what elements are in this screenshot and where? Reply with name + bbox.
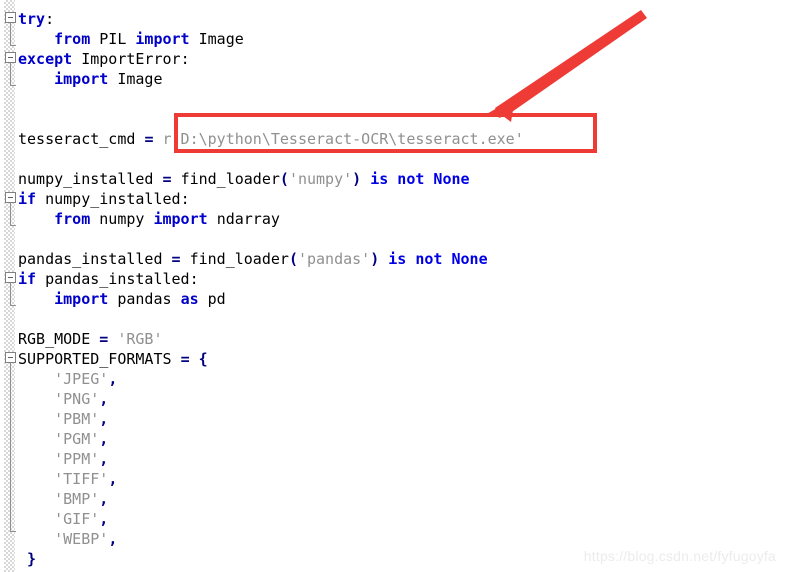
punct-comma: , <box>108 470 118 488</box>
keyword-if: if <box>18 270 37 288</box>
module-pil: PIL <box>99 30 127 48</box>
punct-comma: , <box>99 510 109 528</box>
const-rgb-mode: RGB_MODE <box>18 330 91 348</box>
punct-comma: , <box>99 430 109 448</box>
punct-brace-open: { <box>198 350 208 368</box>
exception-importerror: ImportError <box>81 50 181 68</box>
builtin-is-not-none: is not None <box>370 170 470 188</box>
punct-paren-close: ) <box>352 170 362 188</box>
code-line[interactable]: from numpy import ndarray <box>0 209 790 229</box>
module-pandas: pandas <box>117 290 172 308</box>
var-tesseract-cmd: tesseract_cmd <box>18 130 136 148</box>
code-line-format-item[interactable]: 'BMP', <box>0 489 790 509</box>
code-line[interactable]: try: <box>0 9 790 29</box>
name-ndarray: ndarray <box>216 210 280 228</box>
var-numpy-installed: numpy_installed <box>18 170 154 188</box>
code-line[interactable]: pandas_installed = find_loader('pandas')… <box>0 249 790 269</box>
operator-assign: = <box>99 330 109 348</box>
punct-comma: , <box>99 490 109 508</box>
code-line[interactable]: import pandas as pd <box>0 289 790 309</box>
code-line[interactable]: from PIL import Image <box>0 29 790 49</box>
operator-assign: = <box>162 170 172 188</box>
keyword-except: except <box>18 50 73 68</box>
code-line-supported-formats[interactable]: SUPPORTED_FORMATS = { <box>0 349 790 369</box>
code-line-format-item[interactable]: 'PNG', <box>0 389 790 409</box>
punct-paren-open: ( <box>279 170 289 188</box>
code-line-format-item[interactable]: 'WEBP', <box>0 529 790 549</box>
keyword-from: from <box>54 210 91 228</box>
code-line-format-item[interactable]: 'JPEG', <box>0 369 790 389</box>
code-line-format-item[interactable]: 'PBM', <box>0 409 790 429</box>
keyword-import: import <box>54 70 109 88</box>
format-pbm: 'PBM' <box>54 410 100 428</box>
code-line[interactable]: if pandas_installed: <box>0 269 790 289</box>
string-numpy: 'numpy' <box>288 170 353 188</box>
code-line-rgb-mode[interactable]: RGB_MODE = 'RGB' <box>0 329 790 349</box>
keyword-from: from <box>54 30 91 48</box>
code-editor-surface[interactable]: try: from PIL import Image except Import… <box>0 0 790 572</box>
code-line-blank[interactable] <box>0 89 790 109</box>
func-find-loader: find_loader <box>189 250 289 268</box>
var-pandas-installed: pandas_installed <box>45 270 190 288</box>
format-bmp: 'BMP' <box>54 490 100 508</box>
code-line-blank[interactable] <box>0 229 790 249</box>
punct-paren-close: ) <box>370 250 380 268</box>
code-line-format-item[interactable]: 'PPM', <box>0 449 790 469</box>
watermark-url: https://blog.csdn.net/fyfugoyfa <box>583 548 776 564</box>
keyword-import: import <box>54 290 109 308</box>
punct-comma: , <box>99 390 109 408</box>
format-png: 'PNG' <box>54 390 100 408</box>
format-webp: 'WEBP' <box>54 530 109 548</box>
code-line[interactable]: if numpy_installed: <box>0 189 790 209</box>
var-pandas-installed: pandas_installed <box>18 250 163 268</box>
code-line-blank[interactable] <box>0 309 790 329</box>
format-tiff: 'TIFF' <box>54 470 109 488</box>
code-line[interactable]: import Image <box>0 69 790 89</box>
builtin-is-not-none: is not None <box>388 250 488 268</box>
operator-assign: = <box>171 250 181 268</box>
const-supported-formats: SUPPORTED_FORMATS <box>18 350 172 368</box>
func-find-loader: find_loader <box>180 170 280 188</box>
punct-comma: , <box>99 410 109 428</box>
code-line-format-item[interactable]: 'TIFF', <box>0 469 790 489</box>
punct-comma: , <box>99 450 109 468</box>
code-content[interactable]: try: from PIL import Image except Import… <box>0 0 790 569</box>
punct-comma: , <box>108 370 118 388</box>
string-pandas: 'pandas' <box>297 250 371 268</box>
punct-colon: : <box>45 10 55 28</box>
punct-colon: : <box>180 190 190 208</box>
tesseract-path-highlight-box <box>174 113 597 153</box>
punct-colon: : <box>180 50 190 68</box>
keyword-import: import <box>153 210 208 228</box>
keyword-try: try <box>18 10 46 28</box>
keyword-as: as <box>180 290 199 308</box>
code-line-format-item[interactable]: 'GIF', <box>0 509 790 529</box>
punct-brace-close: } <box>27 550 37 568</box>
alias-pd: pd <box>207 290 226 308</box>
keyword-import: import <box>135 30 190 48</box>
format-ppm: 'PPM' <box>54 450 100 468</box>
code-line[interactable]: numpy_installed = find_loader('numpy') i… <box>0 169 790 189</box>
module-numpy: numpy <box>99 210 145 228</box>
punct-paren-open: ( <box>288 250 298 268</box>
value-rgb-mode: 'RGB' <box>117 330 163 348</box>
punct-comma: , <box>108 530 118 548</box>
name-image: Image <box>198 30 244 48</box>
code-line-format-item[interactable]: 'PGM', <box>0 429 790 449</box>
keyword-if: if <box>18 190 37 208</box>
format-pgm: 'PGM' <box>54 430 100 448</box>
format-jpeg: 'JPEG' <box>54 370 109 388</box>
punct-colon: : <box>189 270 199 288</box>
operator-assign: = <box>144 130 154 148</box>
code-line[interactable]: except ImportError: <box>0 49 790 69</box>
var-numpy-installed: numpy_installed <box>45 190 181 208</box>
operator-assign: = <box>180 350 190 368</box>
format-gif: 'GIF' <box>54 510 100 528</box>
name-image: Image <box>117 70 163 88</box>
